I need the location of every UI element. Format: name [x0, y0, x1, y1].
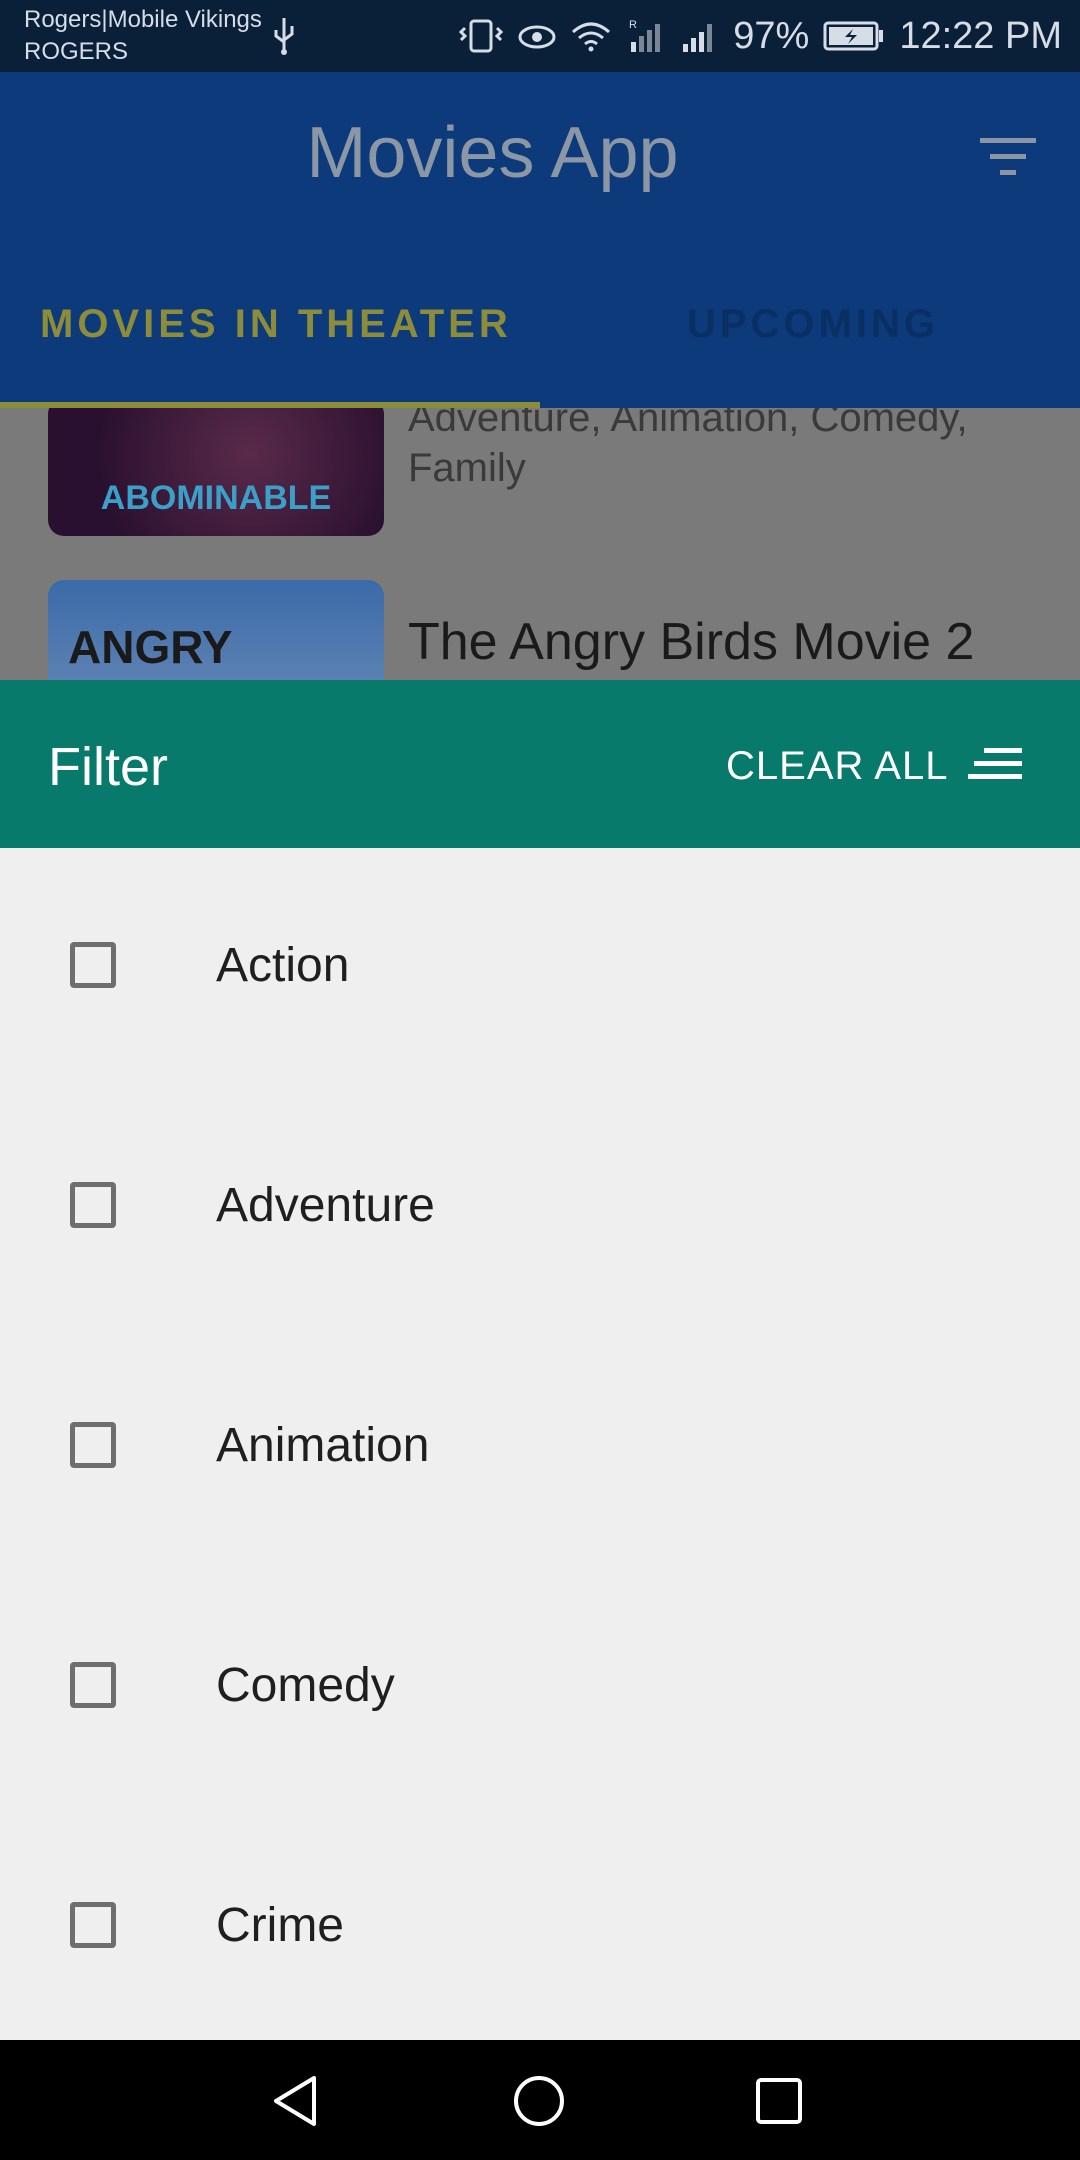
filter-option-action[interactable]: Action	[0, 848, 1080, 1088]
filter-title: Filter	[48, 737, 168, 797]
poster-title: ANGRY BIRDS	[68, 621, 232, 680]
tab-upcoming[interactable]: UPCOMING	[687, 302, 939, 347]
checkbox[interactable]	[70, 1662, 116, 1708]
signal-icon	[683, 24, 713, 52]
checkbox[interactable]	[70, 1422, 116, 1468]
usb-icon	[274, 18, 294, 55]
filter-option-comedy[interactable]: Comedy	[0, 1568, 1080, 1808]
carrier-name: Rogers|Mobile Vikings	[24, 6, 262, 33]
checkbox[interactable]	[70, 1182, 116, 1228]
wifi-icon	[572, 22, 611, 52]
movie-genres-continued: Family	[408, 446, 526, 490]
page-title: Movies App	[306, 113, 679, 193]
filter-option-adventure[interactable]: Adventure	[0, 1088, 1080, 1328]
filter-options-list: Action Adventure Animation Comedy Crime	[0, 848, 1080, 2040]
filter-option-animation[interactable]: Animation	[0, 1328, 1080, 1568]
roaming-signal-icon: R	[629, 19, 661, 52]
eye-comfort-icon	[518, 25, 556, 49]
tab-movies-in-theater[interactable]: MOVIES IN THEATER	[40, 302, 512, 347]
filter-sheet-header: Filter CLEAR ALL	[0, 680, 1080, 848]
clock: 12:22 PM	[899, 14, 1062, 57]
filter-option-label: Adventure	[216, 1179, 435, 1232]
movie-poster[interactable]: ANGRY BIRDS	[48, 580, 384, 680]
filter-option-label: Comedy	[216, 1659, 395, 1712]
svg-text:R: R	[629, 19, 637, 31]
clear-all-button[interactable]: CLEAR ALL	[726, 744, 948, 789]
back-icon[interactable]	[270, 2074, 322, 2128]
filter-icon[interactable]	[978, 134, 1038, 182]
battery-percent: 97%	[733, 14, 810, 57]
home-icon[interactable]	[512, 2074, 566, 2128]
battery-charging-icon	[823, 21, 884, 51]
filter-option-label: Animation	[216, 1419, 430, 1472]
status-bar: Rogers|Mobile Vikings ROGERS R 97% 12:22…	[0, 0, 1080, 72]
movie-title[interactable]: The Angry Birds Movie 2	[408, 612, 974, 672]
movie-list: ABOMINABLE Adventure, Animation, Comedy,…	[0, 408, 1080, 680]
navigation-bar	[0, 2040, 1080, 2160]
vibrate-icon	[459, 19, 504, 53]
filter-option-label: Crime	[216, 1899, 344, 1952]
checkbox[interactable]	[70, 1902, 116, 1948]
checkbox[interactable]	[70, 942, 116, 988]
filter-option-label: Action	[216, 939, 350, 992]
filter-option-crime[interactable]: Crime	[0, 1808, 1080, 2048]
sort-icon[interactable]	[968, 746, 1024, 782]
carrier-secondary: ROGERS	[24, 38, 129, 65]
app-bar: Movies App MOVIES IN THEATER UPCOMING	[0, 72, 1080, 408]
movie-genres: Adventure, Animation, Comedy,	[408, 408, 968, 440]
poster-title: ABOMINABLE	[100, 479, 332, 517]
recent-apps-icon[interactable]	[752, 2074, 806, 2128]
movie-poster[interactable]: ABOMINABLE	[48, 408, 384, 536]
